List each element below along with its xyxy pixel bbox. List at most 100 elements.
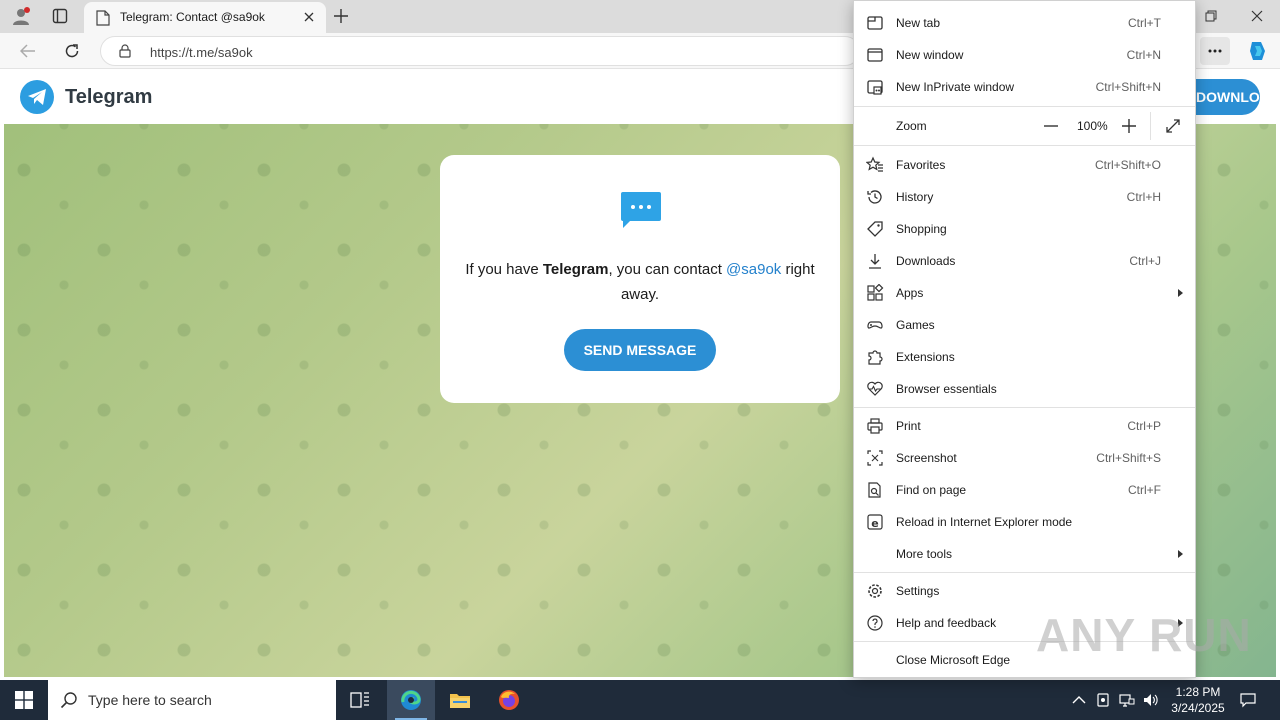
edge-icon [401,690,421,710]
star-icon [866,156,883,172]
zoom-out-button[interactable] [1040,115,1062,137]
submenu-arrow-icon [1178,550,1183,558]
full-screen-icon [1166,119,1180,133]
task-view-button[interactable] [336,680,384,720]
tab-actions-icon [52,8,68,24]
settings-and-more-menu: New tab Ctrl+T New window Ctrl+N New InPri… [853,0,1196,678]
menu-item-more-tools[interactable]: More tools [854,538,1195,570]
menu-item-browser-essentials[interactable]: Browser essentials [854,373,1195,405]
address-bar[interactable]: https://t.me/sa9ok [100,36,860,66]
printer-icon [867,418,883,434]
network-icon[interactable] [1119,692,1135,708]
zoom-divider [1150,112,1151,140]
tag-icon [867,221,883,237]
copilot-button[interactable] [1244,38,1272,64]
download-icon [869,254,881,269]
settings-and-more-button[interactable] [1200,37,1230,65]
menu-item-history[interactable]: History Ctrl+H [854,181,1195,213]
apps-icon [867,284,884,301]
firefox-icon [499,690,519,710]
puzzle-icon [868,350,883,365]
menu-divider [854,145,1195,146]
chat-bubble-icon [621,192,661,228]
clock[interactable]: 1:28 PM 3/24/2025 [1160,684,1236,716]
submenu-arrow-icon [1178,289,1183,297]
menu-item-games[interactable]: Games [854,309,1195,341]
tab-telegram[interactable]: Telegram: Contact @sa9ok [84,2,326,33]
tab-actions-button[interactable] [45,3,75,29]
taskbar-file-explorer[interactable] [436,680,484,720]
telegram-logo-icon[interactable] [20,80,54,114]
menu-item-new-tab[interactable]: New tab Ctrl+T [854,7,1195,39]
page-icon [96,10,110,26]
history-icon [867,190,882,204]
find-icon [868,482,881,498]
tab-title: Telegram: Contact @sa9ok [120,10,265,24]
copilot-icon [1250,42,1265,60]
menu-divider [854,572,1195,573]
menu-divider [854,407,1195,408]
zoom-in-button[interactable] [1118,115,1140,137]
taskbar-edge[interactable] [387,680,435,720]
anyrun-watermark: ANY RUN [1036,609,1252,661]
contact-message: If you have Telegram, you can contact @s… [465,261,815,303]
volume-icon[interactable] [1143,692,1159,708]
full-screen-button[interactable] [1162,115,1184,137]
clock-date: 3/24/2025 [1171,701,1225,715]
refresh-icon [65,44,79,58]
notification-icon[interactable] [1240,692,1256,708]
arrow-left-icon [20,44,35,58]
menu-item-settings[interactable]: Settings [854,575,1195,607]
plus-icon [334,9,348,23]
menu-item-favorites[interactable]: Favorites Ctrl+Shift+O [854,149,1195,181]
taskbar: Type here to search 1:28 PM 3/24/2025 [0,680,1280,720]
search-placeholder: Type here to search [88,692,212,708]
window-close-button[interactable] [1234,0,1280,32]
security-icon[interactable] [1095,692,1111,708]
chevron-up-icon[interactable] [1071,692,1087,708]
screenshot-icon [867,450,883,466]
games-icon [867,321,883,329]
gear-icon [868,584,882,598]
menu-item-print[interactable]: Print Ctrl+P [854,410,1195,442]
minus-icon [1044,125,1058,127]
heart-pulse-icon [867,381,883,396]
folder-icon [450,694,470,708]
menu-item-find-on-page[interactable]: Find on page Ctrl+F [854,474,1195,506]
help-icon [867,615,883,631]
new-tab-button[interactable] [326,3,356,29]
tab-close-button[interactable] [300,8,318,26]
refresh-button[interactable] [58,37,86,65]
telegram-bold-text: Telegram [542,261,609,278]
profile-button[interactable] [6,3,36,29]
back-button[interactable] [14,37,42,65]
profile-icon [13,7,30,25]
telegram-brand[interactable]: Telegram [65,86,152,109]
start-button[interactable] [0,680,48,720]
svg-text:e: e [871,517,878,530]
menu-item-new-inprivate[interactable]: New InPrivate window Ctrl+Shift+N [854,71,1195,103]
more-dots-icon [1208,49,1222,53]
send-message-button[interactable]: SEND MESSAGE [564,329,716,371]
window-icon [867,48,883,62]
menu-item-ie-mode[interactable]: e Reload in Internet Explorer mode [854,506,1195,538]
contact-handle-link[interactable]: @sa9ok [726,261,781,278]
windows-icon [15,691,33,709]
close-icon [1251,10,1263,22]
lock-icon [119,44,131,58]
menu-item-downloads[interactable]: Downloads Ctrl+J [854,245,1195,277]
menu-item-new-window[interactable]: New window Ctrl+N [854,39,1195,71]
taskbar-search[interactable]: Type here to search [48,680,336,720]
clock-time: 1:28 PM [1175,685,1221,699]
inprivate-icon [867,80,883,95]
search-icon [60,692,77,709]
ie-mode-icon: e [867,514,883,530]
menu-item-shopping[interactable]: Shopping [854,213,1195,245]
url-text: https://t.me/sa9ok [150,45,253,60]
menu-item-extensions[interactable]: Extensions [854,341,1195,373]
menu-item-screenshot[interactable]: Screenshot Ctrl+Shift+S [854,442,1195,474]
menu-item-apps[interactable]: Apps [854,277,1195,309]
taskbar-firefox[interactable] [485,680,533,720]
contact-card: If you have Telegram, you can contact @s… [440,155,840,403]
restore-icon [1205,10,1217,22]
